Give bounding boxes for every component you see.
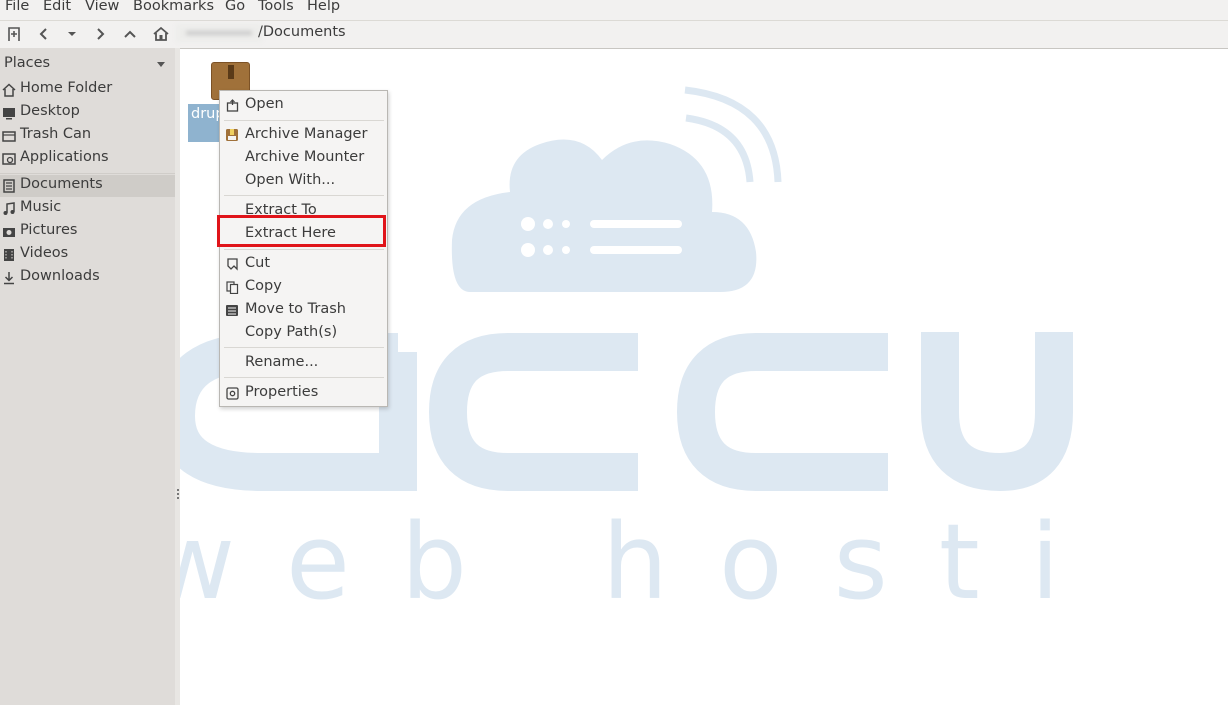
menu-item-label: Archive Mounter bbox=[245, 149, 365, 165]
menu-separator bbox=[224, 347, 384, 348]
sidebar-item-desktop[interactable]: Desktop bbox=[0, 102, 175, 124]
menu-item-label: Open bbox=[245, 96, 284, 112]
forward-icon[interactable] bbox=[90, 21, 110, 47]
menu-item-rename[interactable]: Rename... bbox=[220, 352, 387, 374]
sidebar: Places Home Folder Desktop Trash Can App… bbox=[0, 48, 175, 705]
menu-item-label: Archive Manager bbox=[245, 126, 368, 142]
menu-item-label: Copy Path(s) bbox=[245, 324, 338, 340]
menu-item-label: Move to Trash bbox=[245, 301, 346, 317]
sidebar-item-label: Documents bbox=[20, 176, 103, 192]
new-tab-icon[interactable] bbox=[4, 21, 24, 47]
menu-bar: File Edit View Bookmarks Go Tools Help bbox=[0, 0, 1228, 20]
menu-separator bbox=[224, 195, 384, 196]
sidebar-item-label: Videos bbox=[20, 245, 69, 261]
sidebar-item-home-folder[interactable]: Home Folder bbox=[0, 79, 175, 101]
home-icon[interactable] bbox=[150, 21, 172, 47]
sidebar-item-documents[interactable]: Documents bbox=[0, 175, 175, 197]
sidebar-item-label: Music bbox=[20, 199, 62, 215]
menu-tools[interactable]: Tools bbox=[258, 0, 294, 14]
sidebar-item-label: Trash Can bbox=[20, 126, 92, 142]
menu-item-properties[interactable]: Properties bbox=[220, 382, 387, 404]
toolbar: /Documents bbox=[0, 20, 1228, 49]
sidebar-item-applications[interactable]: Applications bbox=[0, 148, 175, 170]
menu-separator bbox=[224, 249, 384, 250]
file-label[interactable]: drup bbox=[188, 104, 225, 142]
copy-icon bbox=[225, 280, 239, 294]
pane-splitter[interactable] bbox=[175, 48, 180, 705]
menu-item-open-with[interactable]: Open With... bbox=[220, 170, 387, 192]
sidebar-item-videos[interactable]: Videos bbox=[0, 244, 175, 266]
properties-icon bbox=[225, 386, 239, 400]
back-icon[interactable] bbox=[34, 21, 54, 47]
path-obscured-segment[interactable] bbox=[176, 24, 262, 42]
menu-go[interactable]: Go bbox=[225, 0, 245, 14]
menu-item-move-to-trash[interactable]: Move to Trash bbox=[220, 299, 387, 321]
places-dropdown[interactable]: Places bbox=[0, 48, 175, 80]
sidebar-item-pictures[interactable]: Pictures bbox=[0, 221, 175, 243]
sidebar-item-label: Applications bbox=[20, 149, 109, 165]
menu-help[interactable]: Help bbox=[307, 0, 340, 14]
menu-edit[interactable]: Edit bbox=[43, 0, 71, 14]
watermark-tagline: web hosting bbox=[150, 501, 1080, 623]
sidebar-item-label: Pictures bbox=[20, 222, 78, 238]
chevron-down-icon bbox=[157, 62, 165, 67]
documents-icon bbox=[2, 179, 16, 193]
trash-icon bbox=[2, 129, 16, 143]
cut-icon bbox=[225, 257, 239, 271]
menu-item-label: Cut bbox=[245, 255, 270, 271]
path-current[interactable]: /Documents bbox=[258, 24, 346, 40]
sidebar-item-label: Downloads bbox=[20, 268, 100, 284]
history-dropdown-icon[interactable] bbox=[62, 21, 82, 47]
sidebar-item-label: Desktop bbox=[20, 103, 80, 119]
videos-icon bbox=[2, 248, 16, 262]
desktop-icon bbox=[2, 106, 16, 120]
menu-item-copy[interactable]: Copy bbox=[220, 276, 387, 298]
menu-item-cut[interactable]: Cut bbox=[220, 253, 387, 275]
sidebar-item-label: Home Folder bbox=[20, 80, 113, 96]
menu-separator bbox=[224, 377, 384, 378]
menu-view[interactable]: View bbox=[85, 0, 119, 14]
menu-item-label: Copy bbox=[245, 278, 282, 294]
extract-here-highlight-box bbox=[217, 215, 386, 247]
sidebar-separator bbox=[0, 173, 175, 174]
menu-item-archive-manager[interactable]: Archive Manager bbox=[220, 124, 387, 146]
menu-item-open[interactable]: Open bbox=[220, 94, 387, 116]
menu-item-copy-paths[interactable]: Copy Path(s) bbox=[220, 322, 387, 344]
up-icon[interactable] bbox=[120, 21, 140, 47]
sidebar-item-trash-can[interactable]: Trash Can bbox=[0, 125, 175, 147]
menu-item-label: Properties bbox=[245, 384, 319, 400]
menu-separator bbox=[224, 120, 384, 121]
context-menu: Open Archive Manager Archive Mounter Ope… bbox=[219, 90, 388, 407]
pictures-icon bbox=[2, 225, 16, 239]
sidebar-item-downloads[interactable]: Downloads bbox=[0, 267, 175, 289]
open-icon bbox=[225, 98, 239, 112]
applications-icon bbox=[2, 152, 16, 166]
trash-icon bbox=[225, 303, 239, 317]
menu-item-label: Open With... bbox=[245, 172, 336, 188]
archive-manager-icon bbox=[225, 128, 239, 142]
menu-bookmarks[interactable]: Bookmarks bbox=[133, 0, 214, 14]
menu-item-archive-mounter[interactable]: Archive Mounter bbox=[220, 147, 387, 169]
music-icon bbox=[2, 202, 16, 216]
places-label: Places bbox=[4, 55, 51, 71]
home-icon bbox=[2, 83, 16, 97]
downloads-icon bbox=[2, 271, 16, 285]
menu-file[interactable]: File bbox=[5, 0, 29, 14]
menu-item-label: Rename... bbox=[245, 354, 319, 370]
sidebar-item-music[interactable]: Music bbox=[0, 198, 175, 220]
